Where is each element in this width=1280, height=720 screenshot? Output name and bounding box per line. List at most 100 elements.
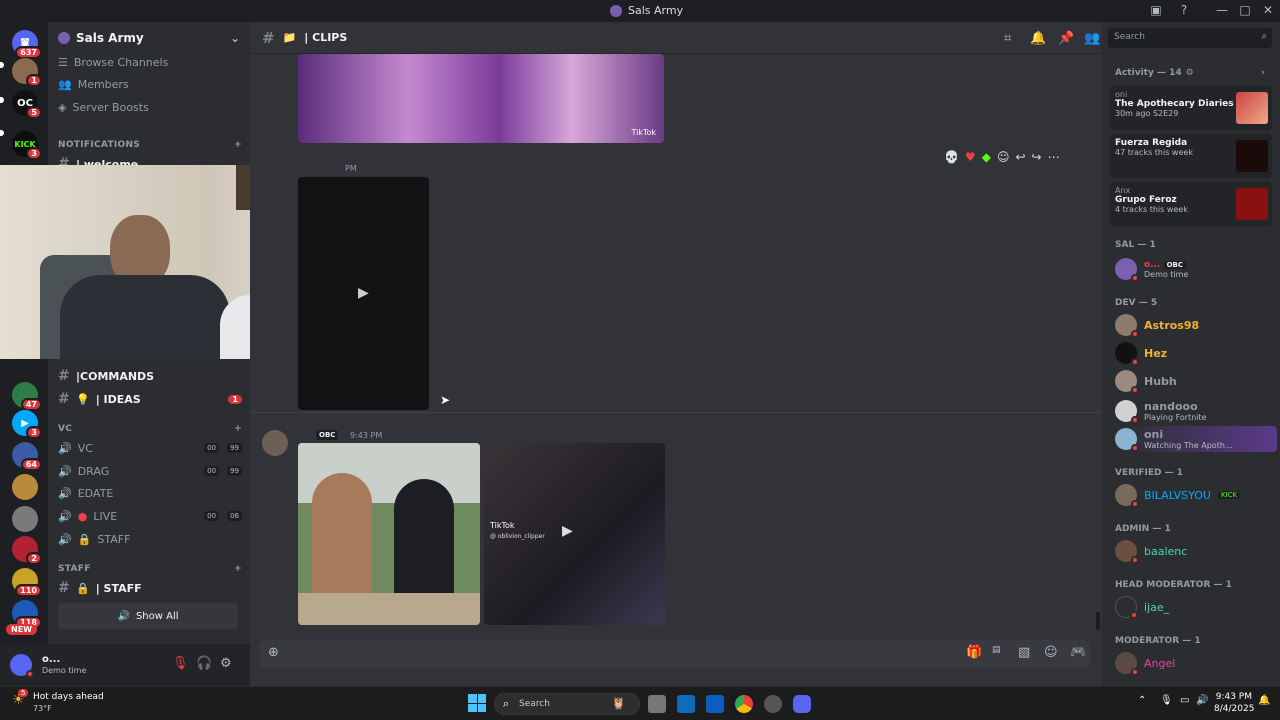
chrome-icon[interactable] bbox=[735, 695, 753, 713]
channel-staff[interactable]: # 🔒 | STAFF bbox=[58, 578, 242, 598]
taskbar-search-box[interactable]: ⌕ Search 🦉 bbox=[494, 693, 640, 715]
weather-icon[interactable]: ☀ 5 bbox=[12, 689, 30, 710]
sticker-icon[interactable]: ▧ bbox=[1018, 645, 1030, 660]
windows-start-icon[interactable] bbox=[468, 694, 486, 712]
gif-icon[interactable]: ▤ bbox=[992, 645, 1001, 655]
maximize-button[interactable]: □ bbox=[1237, 3, 1253, 19]
add-attachment-icon[interactable]: ⊕ bbox=[268, 645, 279, 660]
voice-channel-vc[interactable]: 🔊 VC 00 99 bbox=[58, 438, 242, 458]
minimize-button[interactable]: — bbox=[1214, 3, 1230, 19]
avatar[interactable] bbox=[262, 430, 288, 456]
server-icon-11[interactable]: 118 bbox=[12, 600, 42, 629]
inbox-icon[interactable]: ▣ bbox=[1148, 3, 1164, 19]
badge: 637 bbox=[15, 46, 42, 59]
network-icon[interactable]: ▭ bbox=[1180, 695, 1189, 706]
custom-reaction-icon[interactable]: ◆ bbox=[982, 150, 991, 164]
forward-icon[interactable]: ↪ bbox=[1032, 150, 1042, 164]
settings-gear-icon[interactable]: ⚙ bbox=[220, 656, 232, 671]
server-icon-2[interactable]: OC 5 bbox=[12, 90, 42, 119]
volume-icon[interactable]: 🔊 bbox=[1196, 695, 1208, 706]
add-channel-icon[interactable]: + bbox=[234, 424, 242, 434]
member-item[interactable]: Hubh bbox=[1115, 368, 1275, 394]
dm-home-button[interactable]: ◙ 637 bbox=[12, 30, 42, 59]
show-all-button[interactable]: 🔊 Show All bbox=[58, 603, 238, 629]
skull-reaction-icon[interactable]: 💀 bbox=[944, 150, 959, 164]
server-icon-6[interactable]: 64 bbox=[12, 442, 42, 471]
add-channel-icon[interactable]: + bbox=[234, 564, 242, 574]
server-icon-4[interactable]: 47 bbox=[12, 382, 42, 411]
server-icon-8[interactable] bbox=[12, 506, 38, 532]
activities-icon[interactable]: 🎮 bbox=[1070, 645, 1086, 660]
pin-icon[interactable]: 📌 bbox=[1058, 31, 1074, 46]
server-icon-7[interactable] bbox=[12, 474, 38, 500]
channel-commands[interactable]: # |COMMANDS bbox=[58, 366, 242, 386]
microphone-icon[interactable]: 🎙 bbox=[1160, 695, 1173, 706]
store-icon[interactable] bbox=[677, 695, 695, 713]
video-clip-4[interactable]: TikTok @ oblivion_clipper ▶ bbox=[484, 443, 665, 625]
mute-mic-icon[interactable]: 🎙 bbox=[172, 656, 189, 671]
discord-icon[interactable] bbox=[793, 695, 811, 713]
members-item[interactable]: 👥 Members bbox=[58, 74, 242, 94]
gift-icon[interactable]: 🎁 bbox=[966, 645, 982, 660]
category-vc[interactable]: VC + bbox=[58, 424, 242, 434]
server-boosts-item[interactable]: ◈ Server Boosts bbox=[58, 97, 242, 117]
browse-channels-item[interactable]: ☰ Browse Channels bbox=[58, 52, 242, 72]
category-staff[interactable]: STAFF + bbox=[58, 564, 242, 574]
channel-ideas[interactable]: # 💡 | IDEAS 1 bbox=[58, 389, 242, 409]
category-notifications[interactable]: NOTIFICATIONS + bbox=[58, 140, 242, 150]
table bbox=[298, 593, 480, 625]
search-box[interactable]: Search ⌕ bbox=[1108, 28, 1272, 48]
video-clip-1[interactable]: TikTok bbox=[298, 54, 664, 143]
server-header[interactable]: Sals Army ⌄ bbox=[48, 22, 250, 54]
tray-chevron-up-icon[interactable]: ⌃ bbox=[1138, 695, 1146, 706]
server-icon-1[interactable]: 1 bbox=[12, 58, 42, 87]
app-icon[interactable] bbox=[764, 695, 782, 713]
notifications-icon[interactable]: 🔔 bbox=[1258, 695, 1270, 706]
threads-icon[interactable]: ⌗ bbox=[1004, 31, 1011, 46]
add-reaction-icon[interactable]: ☺ bbox=[997, 150, 1010, 164]
outlook-icon[interactable] bbox=[706, 695, 724, 713]
close-button[interactable]: ✕ bbox=[1260, 3, 1276, 19]
member-item[interactable]: BILALVSYOU KICK bbox=[1115, 482, 1275, 508]
member-item[interactable]: oni Watching The Apoth... bbox=[1115, 426, 1277, 452]
play-icon[interactable]: ▶ bbox=[562, 523, 573, 539]
server-icon-9[interactable]: 2 bbox=[12, 536, 42, 565]
server-icon-5[interactable]: ▶ 3 bbox=[12, 410, 42, 439]
activity-card[interactable]: Anx Grupo Feroz 4 tracks this week bbox=[1110, 182, 1272, 226]
voice-channel-drag[interactable]: 🔊 DRAG 00 99 bbox=[58, 461, 242, 481]
help-icon[interactable]: ? bbox=[1176, 3, 1192, 19]
server-icon-10[interactable]: 110 bbox=[12, 568, 42, 597]
member-item[interactable]: nandooo Playing Fortnite bbox=[1115, 398, 1275, 424]
message-composer[interactable]: ⊕ 🎁 ▤ ▧ ☺ 🎮 bbox=[260, 640, 1090, 668]
task-view-icon[interactable] bbox=[648, 695, 666, 713]
clock-date[interactable]: 8/4/2025 bbox=[1214, 704, 1254, 714]
clock-time[interactable]: 9:43 PM bbox=[1214, 692, 1252, 702]
voice-channel-staff[interactable]: 🔊 🔒 STAFF bbox=[58, 529, 242, 549]
kick-server-icon[interactable]: KICK 3 bbox=[12, 131, 42, 160]
more-icon[interactable]: ⋯ bbox=[1048, 150, 1060, 164]
member-item[interactable]: baalenc bbox=[1115, 538, 1275, 564]
chevron-right-icon[interactable]: › bbox=[1261, 68, 1265, 78]
activity-card[interactable]: oni The Apothecary Diaries 30m ago S2E29 bbox=[1110, 86, 1272, 130]
video-clip-2[interactable]: ▶ bbox=[298, 177, 429, 410]
member-item[interactable]: Angel bbox=[1115, 650, 1275, 676]
deafen-icon[interactable]: 🎧 bbox=[196, 656, 212, 671]
member-item[interactable]: Hez bbox=[1115, 340, 1275, 366]
gear-icon[interactable]: ⚙ bbox=[1186, 68, 1194, 78]
notification-bell-icon[interactable]: 🔔 bbox=[1030, 31, 1046, 46]
reply-icon[interactable]: ↩ bbox=[1015, 150, 1025, 164]
activity-card[interactable]: Fuerza Regida 47 tracks this week bbox=[1110, 134, 1272, 178]
member-item[interactable]: o... OBC Demo time bbox=[1115, 256, 1275, 282]
voice-channel-edate[interactable]: 🔊 EDATE bbox=[58, 483, 242, 503]
heart-reaction-icon[interactable]: ♥ bbox=[965, 150, 976, 164]
voice-channel-live[interactable]: 🔊 ● LIVE 00 06 bbox=[58, 506, 242, 526]
scrollbar-thumb[interactable] bbox=[1096, 612, 1100, 630]
add-channel-icon[interactable]: + bbox=[234, 140, 242, 150]
emoji-icon[interactable]: ☺ bbox=[1044, 645, 1058, 660]
member-list-icon[interactable]: 👥 bbox=[1084, 31, 1100, 46]
member-item[interactable]: Astros98 bbox=[1115, 312, 1275, 338]
member-item[interactable]: ijae_ bbox=[1115, 594, 1275, 620]
play-icon[interactable]: ▶ bbox=[358, 285, 369, 301]
avatar[interactable] bbox=[10, 654, 34, 678]
video-clip-3[interactable] bbox=[298, 443, 480, 625]
